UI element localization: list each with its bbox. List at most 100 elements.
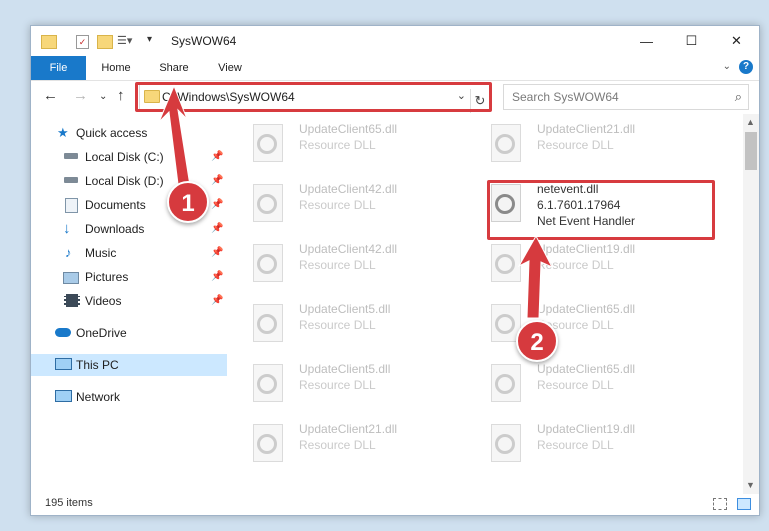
pin-icon[interactable]: 📌 bbox=[211, 146, 223, 168]
search-input[interactable]: Search SysWOW64 bbox=[512, 90, 619, 104]
file-item[interactable]: UpdateClient65.dll Resource DLL bbox=[465, 300, 695, 344]
file-item[interactable]: UpdateClient65.dll Resource DLL bbox=[227, 120, 457, 164]
file-item[interactable]: UpdateClient19.dll Resource DLL bbox=[465, 240, 695, 284]
sidebar-item-label: Quick access bbox=[76, 126, 148, 140]
tab-file[interactable]: File bbox=[31, 56, 86, 80]
file-item[interactable]: UpdateClient19.dll Resource DLL bbox=[465, 420, 695, 464]
star-icon: ★ bbox=[57, 125, 69, 140]
new-folder-icon[interactable] bbox=[97, 35, 113, 49]
quick-access-dropdown-icon[interactable]: ☰▾ bbox=[117, 34, 132, 47]
gear-icon bbox=[257, 434, 277, 454]
status-bar: 195 items bbox=[31, 494, 759, 515]
file-item[interactable]: UpdateClient5.dll Resource DLL bbox=[227, 300, 457, 344]
file-description: Resource DLL bbox=[299, 138, 376, 152]
sidebar-item-label: Music bbox=[85, 246, 117, 260]
file-name: UpdateClient5.dll bbox=[299, 302, 391, 316]
help-icon[interactable]: ? bbox=[739, 60, 753, 74]
file-item[interactable]: UpdateClient65.dll Resource DLL bbox=[465, 360, 695, 404]
computer-icon bbox=[55, 358, 72, 370]
gear-icon bbox=[495, 314, 515, 334]
back-arrow-icon[interactable]: ← bbox=[43, 87, 58, 104]
file-name: UpdateClient21.dll bbox=[299, 422, 398, 436]
file-list: UpdateClient65.dll Resource DLL UpdateCl… bbox=[227, 114, 743, 494]
tab-view[interactable]: View bbox=[209, 56, 251, 80]
file-description: Resource DLL bbox=[299, 438, 376, 452]
up-arrow-icon[interactable]: ↑ bbox=[117, 87, 125, 104]
file-item[interactable]: UpdateClient5.dll Resource DLL bbox=[227, 360, 457, 404]
videos-icon bbox=[64, 294, 80, 307]
pin-icon[interactable]: 📌 bbox=[211, 242, 223, 264]
pin-icon[interactable]: 📌 bbox=[211, 218, 223, 240]
file-name: UpdateClient65.dll bbox=[537, 302, 636, 316]
file-highlight bbox=[487, 180, 715, 240]
music-icon: ♪ bbox=[65, 245, 72, 260]
file-description: Resource DLL bbox=[299, 378, 376, 392]
gear-icon bbox=[257, 374, 277, 394]
file-name: UpdateClient42.dll bbox=[299, 182, 398, 196]
sidebar-item-label: Local Disk (D:) bbox=[85, 174, 164, 188]
gear-icon bbox=[257, 254, 277, 274]
file-name: UpdateClient19.dll bbox=[537, 422, 636, 436]
file-item[interactable]: UpdateClient42.dll Resource DLL bbox=[227, 240, 457, 284]
search-box[interactable]: Search SysWOW64 ⌕ bbox=[503, 84, 749, 110]
sidebar-item-network[interactable]: Network bbox=[31, 386, 227, 408]
download-icon: ↓ bbox=[63, 220, 71, 237]
network-icon bbox=[55, 390, 72, 402]
file-description: Resource DLL bbox=[537, 378, 614, 392]
close-button[interactable]: ✕ bbox=[714, 26, 759, 56]
tab-home[interactable]: Home bbox=[94, 56, 138, 80]
search-icon[interactable]: ⌕ bbox=[735, 89, 742, 105]
sidebar-item-downloads[interactable]: ↓ Downloads 📌 bbox=[31, 218, 227, 240]
gear-icon bbox=[257, 194, 277, 214]
sidebar-item-this-pc[interactable]: This PC bbox=[31, 354, 227, 376]
file-description: Resource DLL bbox=[537, 438, 614, 452]
file-item[interactable]: UpdateClient42.dll Resource DLL bbox=[227, 180, 457, 224]
maximize-button[interactable]: ☐ bbox=[669, 26, 714, 56]
sidebar-item-local-disk-c[interactable]: Local Disk (C:) 📌 bbox=[31, 146, 227, 168]
sidebar-item-onedrive[interactable]: OneDrive bbox=[31, 322, 227, 344]
window-title: SysWOW64 bbox=[171, 34, 237, 48]
customize-toolbar-icon[interactable]: ▾ bbox=[147, 34, 152, 45]
sidebar-item-quick-access[interactable]: ★ Quick access bbox=[31, 122, 227, 144]
sidebar-item-videos[interactable]: Videos 📌 bbox=[31, 290, 227, 312]
minimize-button[interactable]: — bbox=[624, 26, 669, 56]
cloud-icon bbox=[55, 328, 71, 337]
large-icons-view-icon[interactable] bbox=[737, 498, 751, 510]
sidebar-item-label: Downloads bbox=[85, 222, 145, 236]
vertical-scrollbar[interactable]: ▲ ▼ bbox=[743, 114, 759, 494]
sidebar-item-label: Network bbox=[76, 390, 121, 404]
pin-icon[interactable]: 📌 bbox=[211, 290, 223, 312]
recent-locations-icon[interactable]: ⌄ bbox=[99, 91, 107, 102]
details-view-icon[interactable] bbox=[713, 498, 727, 510]
gear-icon bbox=[495, 254, 515, 274]
pin-icon[interactable]: 📌 bbox=[211, 266, 223, 288]
folder-icon bbox=[41, 35, 57, 49]
expand-ribbon-icon[interactable]: ⌄ bbox=[723, 61, 731, 72]
drive-icon bbox=[64, 153, 78, 159]
annotation-badge-1: 1 bbox=[167, 181, 209, 223]
sidebar-item-label: Videos bbox=[85, 294, 122, 308]
pin-icon[interactable]: 📌 bbox=[211, 170, 223, 192]
explorer-window: ✓ ☰▾ ▾ SysWOW64 — ☐ ✕ File Home Share Vi… bbox=[30, 25, 760, 516]
properties-icon[interactable]: ✓ bbox=[76, 35, 89, 49]
gear-icon bbox=[257, 314, 277, 334]
forward-arrow-icon[interactable]: → bbox=[73, 87, 88, 104]
file-name: UpdateClient65.dll bbox=[299, 122, 398, 136]
pictures-icon bbox=[63, 272, 79, 284]
file-name: UpdateClient42.dll bbox=[299, 242, 398, 256]
navigation-pane: ★ Quick access Local Disk (C:) 📌 Local D… bbox=[31, 114, 227, 494]
sidebar-item-label: Documents bbox=[85, 198, 146, 212]
item-count: 195 items bbox=[45, 497, 93, 509]
drive-icon bbox=[64, 177, 78, 183]
scroll-up-icon[interactable]: ▲ bbox=[746, 117, 755, 127]
sidebar-item-pictures[interactable]: Pictures 📌 bbox=[31, 266, 227, 288]
scroll-down-icon[interactable]: ▼ bbox=[746, 480, 755, 490]
file-item[interactable]: UpdateClient21.dll Resource DLL bbox=[227, 420, 457, 464]
file-item[interactable]: UpdateClient21.dll Resource DLL bbox=[465, 120, 695, 164]
scroll-thumb[interactable] bbox=[745, 132, 757, 170]
tab-share[interactable]: Share bbox=[151, 56, 197, 80]
sidebar-item-music[interactable]: ♪ Music 📌 bbox=[31, 242, 227, 264]
sidebar-item-label: Local Disk (C:) bbox=[85, 150, 164, 164]
pin-icon[interactable]: 📌 bbox=[211, 194, 223, 216]
documents-icon bbox=[65, 198, 78, 213]
